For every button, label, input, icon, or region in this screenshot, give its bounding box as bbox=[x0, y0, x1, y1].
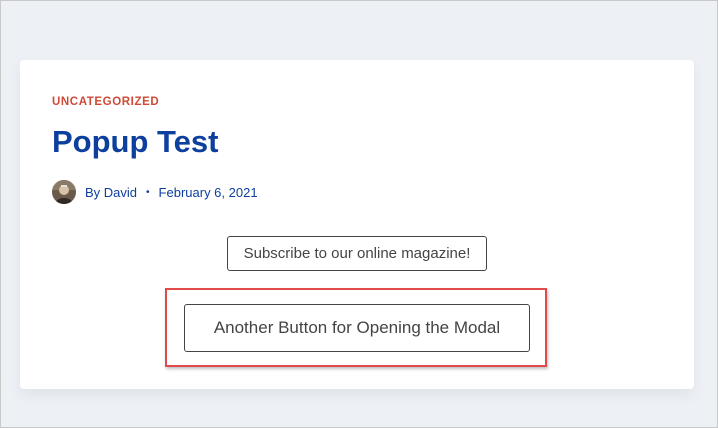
page-background: UNCATEGORIZED Popup Test By David • Febr… bbox=[0, 0, 718, 428]
post-title: Popup Test bbox=[52, 124, 219, 159]
category-link[interactable]: UNCATEGORIZED bbox=[52, 95, 159, 109]
post-date-link[interactable]: February 6, 2021 bbox=[159, 185, 258, 200]
post-meta: By David • February 6, 2021 bbox=[52, 180, 258, 204]
open-modal-button[interactable]: Another Button for Opening the Modal bbox=[184, 304, 530, 352]
post-card: UNCATEGORIZED Popup Test By David • Febr… bbox=[20, 60, 694, 389]
avatar-icon bbox=[52, 180, 76, 204]
author-avatar bbox=[52, 180, 76, 204]
subscribe-button[interactable]: Subscribe to our online magazine! bbox=[227, 236, 487, 271]
meta-separator: • bbox=[146, 186, 150, 198]
author-link[interactable]: By David bbox=[85, 185, 137, 200]
